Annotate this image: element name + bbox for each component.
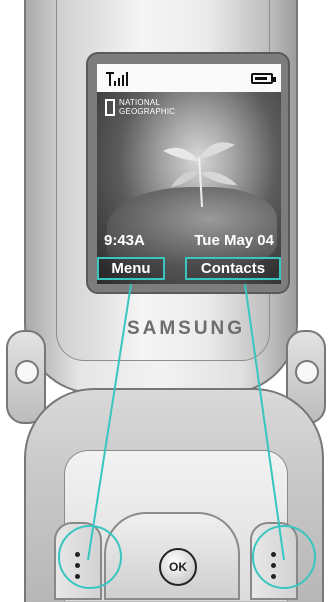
contacts-softkey[interactable]: Contacts [185,257,281,280]
wallpaper-plant [163,142,237,207]
clock-time: 9:43A [104,232,145,249]
phone-screen: NATIONAL GEOGRAPHIC 9:43A Tue May 04 Men… [97,64,281,284]
brand-logo: SAMSUNG [126,318,246,339]
clock-bar: 9:43A Tue May 04 [97,232,281,252]
menu-softkey[interactable]: Menu [97,257,165,280]
ng-logo-frame [105,99,115,116]
softkey-bar: Menu Contacts [97,257,281,284]
battery-icon [251,73,276,84]
battery-level [255,77,267,80]
ng-logo-text: NATIONAL GEOGRAPHIC [119,98,179,116]
clock-date: Tue May 04 [194,232,274,249]
ng-logo-line-2: GEOGRAPHIC [119,107,176,116]
ng-logo-line-1: NATIONAL [119,98,161,107]
hinge-dot-left [15,360,39,384]
hinge-dot-right [295,360,319,384]
right-key-highlight [252,525,316,589]
wallpaper: NATIONAL GEOGRAPHIC [97,92,281,284]
left-key-highlight [58,525,122,589]
ok-button[interactable]: OK [159,548,197,586]
national-geographic-logo: NATIONAL GEOGRAPHIC [105,98,175,118]
signal-strength-icon [106,72,128,86]
status-bar [97,64,281,92]
hinge-left [6,330,46,424]
flip-phone: NATIONAL GEOGRAPHIC 9:43A Tue May 04 Men… [0,0,329,602]
